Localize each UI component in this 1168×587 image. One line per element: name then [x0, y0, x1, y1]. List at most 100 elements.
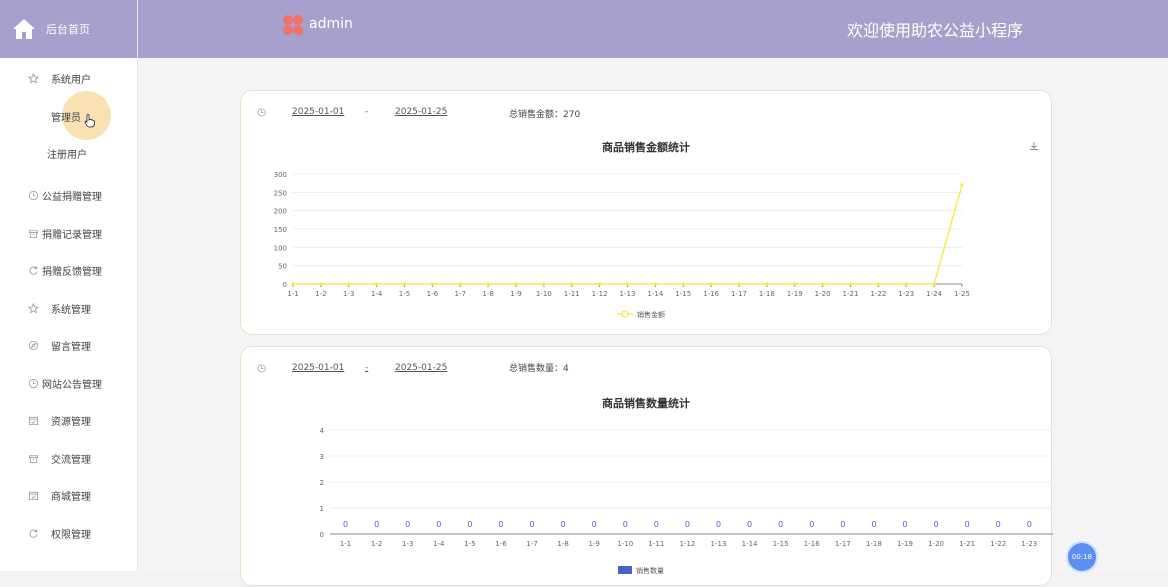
- legend-label: 销售金额: [637, 310, 665, 319]
- bar-value-label: 0: [871, 520, 876, 529]
- x-tick-label: 1-20: [928, 540, 944, 548]
- sidebar-item-label: 管理员: [51, 112, 81, 124]
- amount-chart-card: 2025-01-01 - 2025-01-25 总销售金额：270 商品销售金额…: [240, 90, 1052, 335]
- sidebar-item-1[interactable]: 系统用户: [0, 68, 137, 88]
- calendar-check-icon: [27, 489, 39, 501]
- x-tick-label: 1-17: [835, 540, 851, 548]
- data-point: [430, 282, 434, 286]
- sidebar-item-label: 网站公告管理: [42, 379, 102, 391]
- y-tick-label: 50: [278, 263, 287, 271]
- sidebar-item-2[interactable]: 管理员: [0, 106, 137, 126]
- y-tick-label: 300: [274, 171, 287, 179]
- bar-value-label: 0: [778, 520, 783, 529]
- data-point: [821, 282, 825, 286]
- home-link[interactable]: 后台首页: [0, 0, 137, 58]
- home-icon: [13, 19, 35, 39]
- welcome-text: 欢迎使用助农公益小程序: [847, 21, 1024, 40]
- x-tick-label: 1-5: [464, 540, 475, 548]
- sidebar-item-5[interactable]: 捐赠记录管理: [0, 223, 137, 243]
- bar-value-label: 0: [374, 520, 379, 529]
- x-tick-label: 1-1: [287, 290, 298, 298]
- x-tick-label: 1-3: [402, 540, 413, 548]
- x-tick-label: 1-6: [495, 540, 507, 548]
- sidebar-item-7[interactable]: 系统管理: [0, 298, 137, 318]
- y-tick-label: 0: [283, 281, 287, 289]
- x-tick-label: 1-7: [526, 540, 537, 548]
- sidebar-item-12[interactable]: 商城管理: [0, 485, 137, 505]
- compass-icon: [27, 339, 39, 351]
- data-point: [681, 282, 685, 286]
- data-point: [458, 282, 462, 286]
- x-tick-label: 1-17: [731, 290, 747, 298]
- x-tick-label: 1-10: [617, 540, 633, 548]
- sidebar-item-4[interactable]: 公益捐赠管理: [0, 185, 137, 205]
- x-tick-label: 1-24: [926, 290, 942, 298]
- home-label: 后台首页: [46, 23, 90, 36]
- clock-icon: [27, 377, 39, 389]
- x-tick-label: 1-19: [787, 290, 803, 298]
- quantity-chart-card: 2025-01-01 - 2025-01-25 总销售数量：4 商品销售数量统计…: [240, 346, 1053, 586]
- x-tick-label: 1-15: [773, 540, 789, 548]
- data-point: [960, 183, 964, 187]
- sidebar-item-9[interactable]: 网站公告管理: [0, 373, 137, 393]
- star-icon: [27, 302, 39, 314]
- bar-value-label: 0: [1027, 520, 1032, 529]
- x-tick-label: 1-21: [959, 540, 975, 548]
- x-tick-label: 1-7: [455, 290, 466, 298]
- x-tick-label: 1-4: [371, 290, 383, 298]
- bar-value-label: 0: [405, 520, 410, 529]
- sidebar-item-11[interactable]: 交流管理: [0, 448, 137, 468]
- timer-badge[interactable]: 00:18: [1068, 543, 1096, 571]
- sidebar-item-10[interactable]: 资源管理: [0, 410, 137, 430]
- x-tick-label: 1-8: [557, 540, 568, 548]
- data-point: [765, 282, 769, 286]
- sidebar-item-8[interactable]: 留言管理: [0, 335, 137, 355]
- avatar[interactable]: [283, 14, 303, 36]
- data-point: [347, 282, 351, 286]
- x-tick-label: 1-1: [340, 540, 351, 548]
- y-tick-label: 100: [274, 244, 287, 252]
- bar-value-label: 0: [498, 520, 503, 529]
- bar-value-label: 0: [561, 520, 566, 529]
- y-tick-label: 2: [320, 479, 324, 487]
- sidebar-item-6[interactable]: 捐赠反馈管理: [0, 260, 137, 280]
- data-point: [876, 282, 880, 286]
- sidebar: 后台首页 系统用户管理员注册用户公益捐赠管理捐赠记录管理 捐赠反馈管理 系统管理留言…: [0, 0, 138, 571]
- x-tick-label: 1-12: [592, 290, 608, 298]
- data-point: [291, 282, 295, 286]
- x-tick-label: 1-18: [866, 540, 882, 548]
- sidebar-item-3[interactable]: 注册用户: [0, 143, 137, 163]
- x-tick-label: 1-11: [564, 290, 580, 298]
- x-tick-label: 1-5: [399, 290, 410, 298]
- refresh-icon: [27, 264, 39, 276]
- x-tick-label: 1-8: [482, 290, 493, 298]
- x-tick-label: 1-9: [510, 290, 521, 298]
- box-icon: [27, 452, 39, 464]
- legend-marker: [621, 310, 629, 318]
- y-tick-label: 1: [320, 505, 324, 513]
- data-point: [793, 282, 797, 286]
- bar-value-label: 0: [343, 520, 348, 529]
- mouse-cursor-icon: [84, 113, 96, 128]
- x-tick-label: 1-14: [647, 290, 663, 298]
- x-tick-label: 1-14: [742, 540, 758, 548]
- y-tick-label: 0: [320, 531, 324, 539]
- data-point: [402, 282, 407, 286]
- x-tick-label: 1-16: [703, 290, 719, 298]
- sidebar-item-label: 公益捐赠管理: [42, 191, 102, 203]
- quantity-bar-chart: 012341-101-201-301-401-501-601-701-801-9…: [320, 427, 1053, 575]
- sidebar-item-13[interactable]: 权限管理: [0, 523, 137, 543]
- bar-value-label: 0: [902, 520, 907, 529]
- bar-value-label: 0: [716, 520, 721, 529]
- x-tick-label: 1-25: [954, 290, 970, 298]
- username[interactable]: admin: [309, 16, 353, 32]
- x-tick-label: 1-20: [815, 290, 831, 298]
- data-point: [709, 282, 713, 286]
- x-tick-label: 1-2: [315, 290, 326, 298]
- x-tick-label: 1-13: [711, 540, 727, 548]
- sidebar-item-label: 资源管理: [51, 416, 91, 428]
- bar-value-label: 0: [809, 520, 814, 529]
- data-point: [737, 282, 741, 286]
- y-tick-label: 150: [274, 226, 287, 234]
- data-point: [570, 282, 574, 286]
